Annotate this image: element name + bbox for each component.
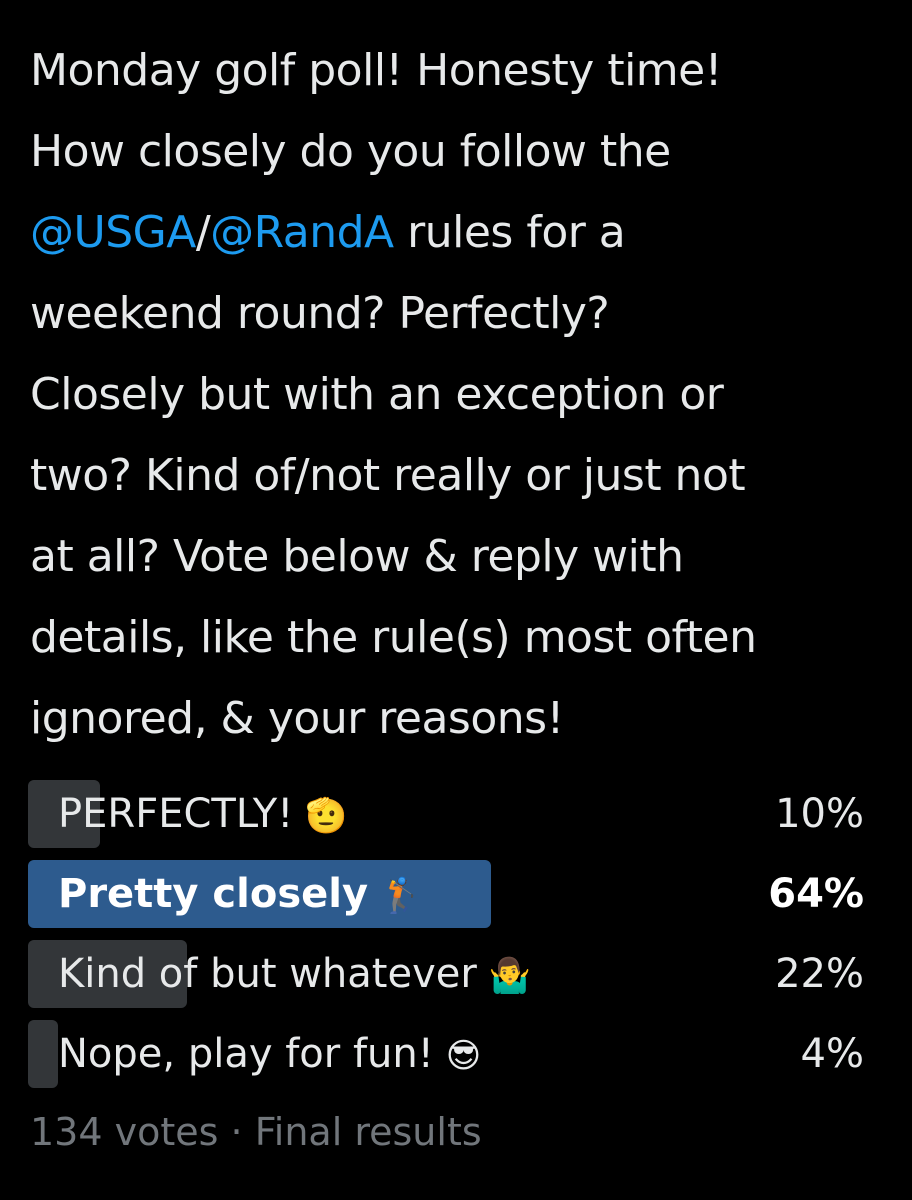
tweet-line: How closely do you follow the (30, 126, 671, 177)
poll-option-label: PERFECTLY! 🫡 (58, 778, 348, 850)
tweet-line: two? Kind of/not really or just not (30, 450, 746, 501)
saluting-face-icon: 🫡 (305, 796, 348, 836)
poll-option-percent: 4% (800, 1031, 864, 1077)
poll-option-label: Kind of but whatever 🤷‍♂️ (58, 938, 531, 1010)
tweet-line-rest: rules for a (393, 207, 626, 258)
tweet-line: Monday golf poll! Honesty time! (30, 45, 722, 96)
tweet-line: details, like the rule(s) most often (30, 612, 757, 663)
tweet-text: Monday golf poll! Honesty time! How clos… (30, 30, 890, 759)
poll-option-text: Nope, play for fun! (58, 1031, 434, 1077)
poll-option-nope: Nope, play for fun! 😎 4% (28, 1018, 864, 1090)
poll-option-text: PERFECTLY! (58, 791, 294, 837)
poll-option-percent: 22% (775, 951, 864, 997)
mention-randa-link[interactable]: @RandA (210, 207, 394, 258)
poll-footer: 134 votes · Final results (30, 1110, 482, 1154)
golfer-icon: 🏌️ (380, 876, 423, 916)
tweet-line: @USGA/@RandA rules for a (30, 192, 890, 273)
tweet-line: Closely but with an exception or (30, 369, 724, 420)
poll: PERFECTLY! 🫡 10% Pretty closely 🏌️ 64% Kin… (28, 778, 864, 1098)
poll-option-percent: 64% (768, 871, 864, 917)
sunglasses-face-icon: 😎 (445, 1036, 482, 1076)
poll-option-perfectly: PERFECTLY! 🫡 10% (28, 778, 864, 850)
poll-option-text: Kind of but whatever (58, 951, 477, 997)
poll-option-label: Pretty closely 🏌️ (58, 858, 422, 930)
tweet-line: ignored, & your reasons! (30, 693, 564, 744)
poll-option-kind-of: Kind of but whatever 🤷‍♂️ 22% (28, 938, 864, 1010)
footer-separator: · (218, 1110, 255, 1154)
shrug-icon: 🤷‍♂️ (488, 956, 532, 996)
poll-status: Final results (254, 1110, 482, 1154)
tweet-line: at all? Vote below & reply with (30, 531, 684, 582)
mention-separator: / (195, 207, 211, 258)
poll-option-label: Nope, play for fun! 😎 (58, 1018, 481, 1090)
tweet-line: weekend round? Perfectly? (30, 288, 610, 339)
poll-option-pretty-closely: Pretty closely 🏌️ 64% (28, 858, 864, 930)
mention-usga-link[interactable]: @USGA (30, 207, 196, 258)
poll-option-percent: 10% (775, 791, 864, 837)
vote-count: 134 votes (30, 1110, 219, 1154)
poll-option-text: Pretty closely (58, 871, 369, 917)
poll-result-bar (28, 1020, 58, 1088)
